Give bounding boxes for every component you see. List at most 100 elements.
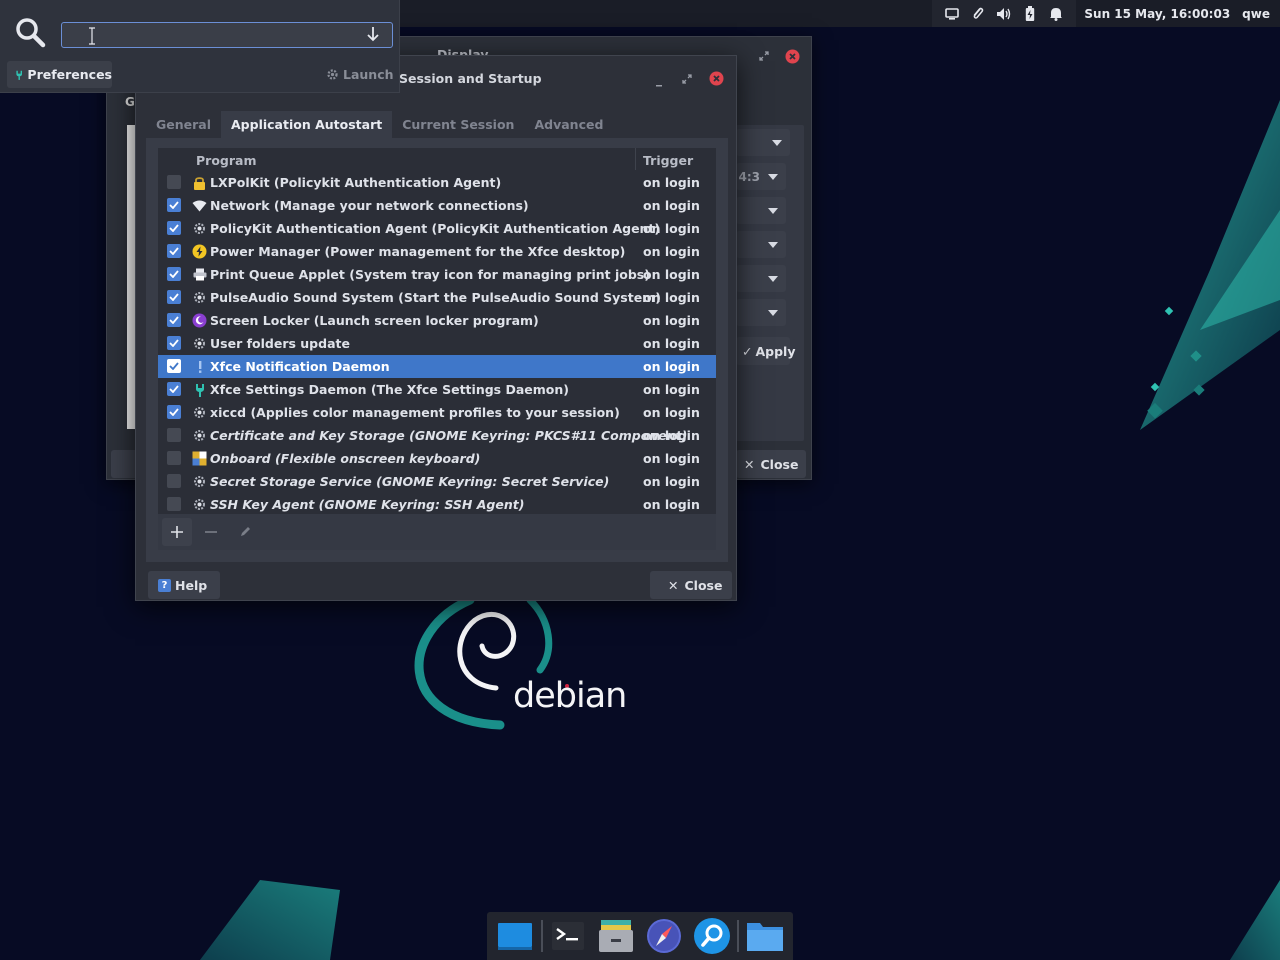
chevron-down-icon bbox=[768, 275, 778, 282]
app-finder-search-input[interactable] bbox=[61, 22, 393, 48]
autostart-checkbox[interactable] bbox=[167, 290, 181, 304]
app-finder-icon[interactable] bbox=[688, 912, 736, 960]
trigger-value[interactable]: on login bbox=[643, 221, 700, 236]
autostart-checkbox[interactable] bbox=[167, 451, 181, 465]
panel-clock[interactable]: Sun 15 May, 16:00:03 bbox=[1076, 7, 1242, 21]
trigger-value[interactable]: on login bbox=[643, 428, 700, 443]
gear-icon bbox=[192, 336, 207, 351]
autostart-checkbox[interactable] bbox=[167, 267, 181, 281]
trigger-value[interactable]: on login bbox=[643, 497, 700, 512]
help-button[interactable]: ? Help bbox=[148, 571, 220, 599]
table-row[interactable]: xiccd (Applies color management profiles… bbox=[158, 401, 716, 424]
add-button[interactable] bbox=[162, 518, 192, 546]
trigger-value[interactable]: on login bbox=[643, 474, 700, 489]
trigger-value[interactable]: on login bbox=[643, 382, 700, 397]
tab-current-session[interactable]: Current Session bbox=[392, 111, 524, 138]
xfce-settings-icon bbox=[192, 382, 207, 397]
volume-icon[interactable] bbox=[996, 6, 1012, 22]
tab-advanced[interactable]: Advanced bbox=[524, 111, 613, 138]
paperclip-icon[interactable] bbox=[970, 6, 986, 22]
display-ratio-combo[interactable]: 4:3 bbox=[736, 163, 786, 190]
display-combo-5[interactable] bbox=[736, 265, 786, 292]
trigger-value[interactable]: on login bbox=[643, 198, 700, 213]
battery-icon[interactable] bbox=[1022, 5, 1038, 22]
display-icon[interactable] bbox=[944, 6, 960, 22]
show-desktop-icon[interactable] bbox=[491, 912, 539, 960]
expand-arrow-icon[interactable] bbox=[366, 26, 380, 46]
display-combo-6[interactable] bbox=[736, 299, 786, 326]
table-row[interactable]: PulseAudio Sound System (Start the Pulse… bbox=[158, 286, 716, 309]
display-combo-4[interactable] bbox=[736, 231, 786, 258]
apply-button[interactable]: ✓ Apply bbox=[736, 337, 796, 365]
web-browser-icon[interactable] bbox=[640, 912, 688, 960]
terminal-icon[interactable] bbox=[545, 912, 593, 960]
autostart-checkbox[interactable] bbox=[167, 198, 181, 212]
help-label: Help bbox=[175, 577, 208, 593]
program-name: Xfce Notification Daemon bbox=[210, 359, 390, 374]
keyboard-icon bbox=[192, 451, 207, 466]
autostart-checkbox[interactable] bbox=[167, 313, 181, 327]
tab-application-autostart[interactable]: Application Autostart bbox=[221, 111, 393, 138]
folder-icon[interactable] bbox=[741, 912, 789, 960]
chevron-down-icon bbox=[768, 309, 778, 316]
pencil-icon bbox=[241, 527, 250, 536]
remove-button[interactable] bbox=[196, 518, 226, 546]
xfce-settings-icon bbox=[16, 70, 23, 80]
trigger-value[interactable]: on login bbox=[643, 290, 700, 305]
table-row[interactable]: Screen Locker (Launch screen locker prog… bbox=[158, 309, 716, 332]
table-row[interactable]: LXPolKit (Policykit Authentication Agent… bbox=[158, 171, 716, 194]
edit-button[interactable] bbox=[230, 518, 260, 546]
table-row[interactable]: Xfce Settings Daemon (The Xfce Settings … bbox=[158, 378, 716, 401]
trigger-value[interactable]: on login bbox=[643, 359, 700, 374]
table-row[interactable]: Power Manager (Power management for the … bbox=[158, 240, 716, 263]
autostart-checkbox[interactable] bbox=[167, 474, 181, 488]
autostart-checkbox[interactable] bbox=[167, 428, 181, 442]
table-row[interactable]: PolicyKit Authentication Agent (PolicyKi… bbox=[158, 217, 716, 240]
bell-icon[interactable] bbox=[1048, 6, 1064, 22]
display-close-button[interactable]: ✕ Close bbox=[736, 450, 806, 478]
trigger-value[interactable]: on login bbox=[643, 336, 700, 351]
table-row[interactable]: Network (Manage your network connections… bbox=[158, 194, 716, 217]
file-manager-icon[interactable] bbox=[592, 912, 640, 960]
autostart-checkbox[interactable] bbox=[167, 175, 181, 189]
trigger-value[interactable]: on login bbox=[643, 175, 700, 190]
checkmark-icon bbox=[169, 408, 179, 416]
autostart-checkbox[interactable] bbox=[167, 336, 181, 350]
trigger-value[interactable]: on login bbox=[643, 267, 700, 282]
autostart-checkbox[interactable] bbox=[167, 382, 181, 396]
table-row[interactable]: Secret Storage Service (GNOME Keyring: S… bbox=[158, 470, 716, 493]
table-row[interactable]: Onboard (Flexible onscreen keyboard) on l… bbox=[158, 447, 716, 470]
launch-button[interactable]: Launch bbox=[320, 61, 394, 88]
program-name: Onboard (Flexible onscreen keyboard) bbox=[210, 451, 481, 466]
table-row[interactable]: SSH Key Agent (GNOME Keyring: SSH Agent)… bbox=[158, 493, 716, 516]
preferences-button[interactable]: Preferences bbox=[7, 61, 112, 88]
autostart-checkbox[interactable] bbox=[167, 405, 181, 419]
close-icon[interactable] bbox=[785, 49, 800, 68]
trigger-value[interactable]: on login bbox=[643, 451, 700, 466]
table-row[interactable]: Certificate and Key Storage (GNOME Keyri… bbox=[158, 424, 716, 447]
autostart-checkbox[interactable] bbox=[167, 359, 181, 373]
table-row[interactable]: Xfce Notification Daemon on login bbox=[158, 355, 716, 378]
display-combo-1[interactable] bbox=[736, 129, 790, 156]
column-header-trigger[interactable]: Trigger bbox=[643, 153, 693, 168]
autostart-checkbox[interactable] bbox=[167, 244, 181, 258]
autostart-checkbox[interactable] bbox=[167, 221, 181, 235]
autostart-checkbox[interactable] bbox=[167, 497, 181, 511]
close-icon[interactable] bbox=[709, 71, 724, 90]
tab-general[interactable]: General bbox=[146, 111, 221, 138]
maximize-icon[interactable] bbox=[759, 50, 769, 65]
panel-username[interactable]: qwe bbox=[1242, 7, 1274, 21]
trigger-value[interactable]: on login bbox=[643, 313, 700, 328]
gear-icon bbox=[327, 69, 338, 80]
display-combo-3[interactable] bbox=[736, 197, 786, 224]
minimize-icon[interactable] bbox=[654, 77, 664, 92]
program-name: Certificate and Key Storage (GNOME Keyri… bbox=[210, 428, 688, 443]
column-header-program[interactable]: Program bbox=[196, 153, 257, 168]
trigger-value[interactable]: on login bbox=[643, 244, 700, 259]
program-name: PolicyKit Authentication Agent (PolicyKi… bbox=[210, 221, 661, 236]
table-row[interactable]: User folders update on login bbox=[158, 332, 716, 355]
trigger-value[interactable]: on login bbox=[643, 405, 700, 420]
table-row[interactable]: Print Queue Applet (System tray icon for… bbox=[158, 263, 716, 286]
session-close-button[interactable]: ✕ Close bbox=[650, 571, 732, 599]
maximize-icon[interactable] bbox=[682, 73, 692, 88]
